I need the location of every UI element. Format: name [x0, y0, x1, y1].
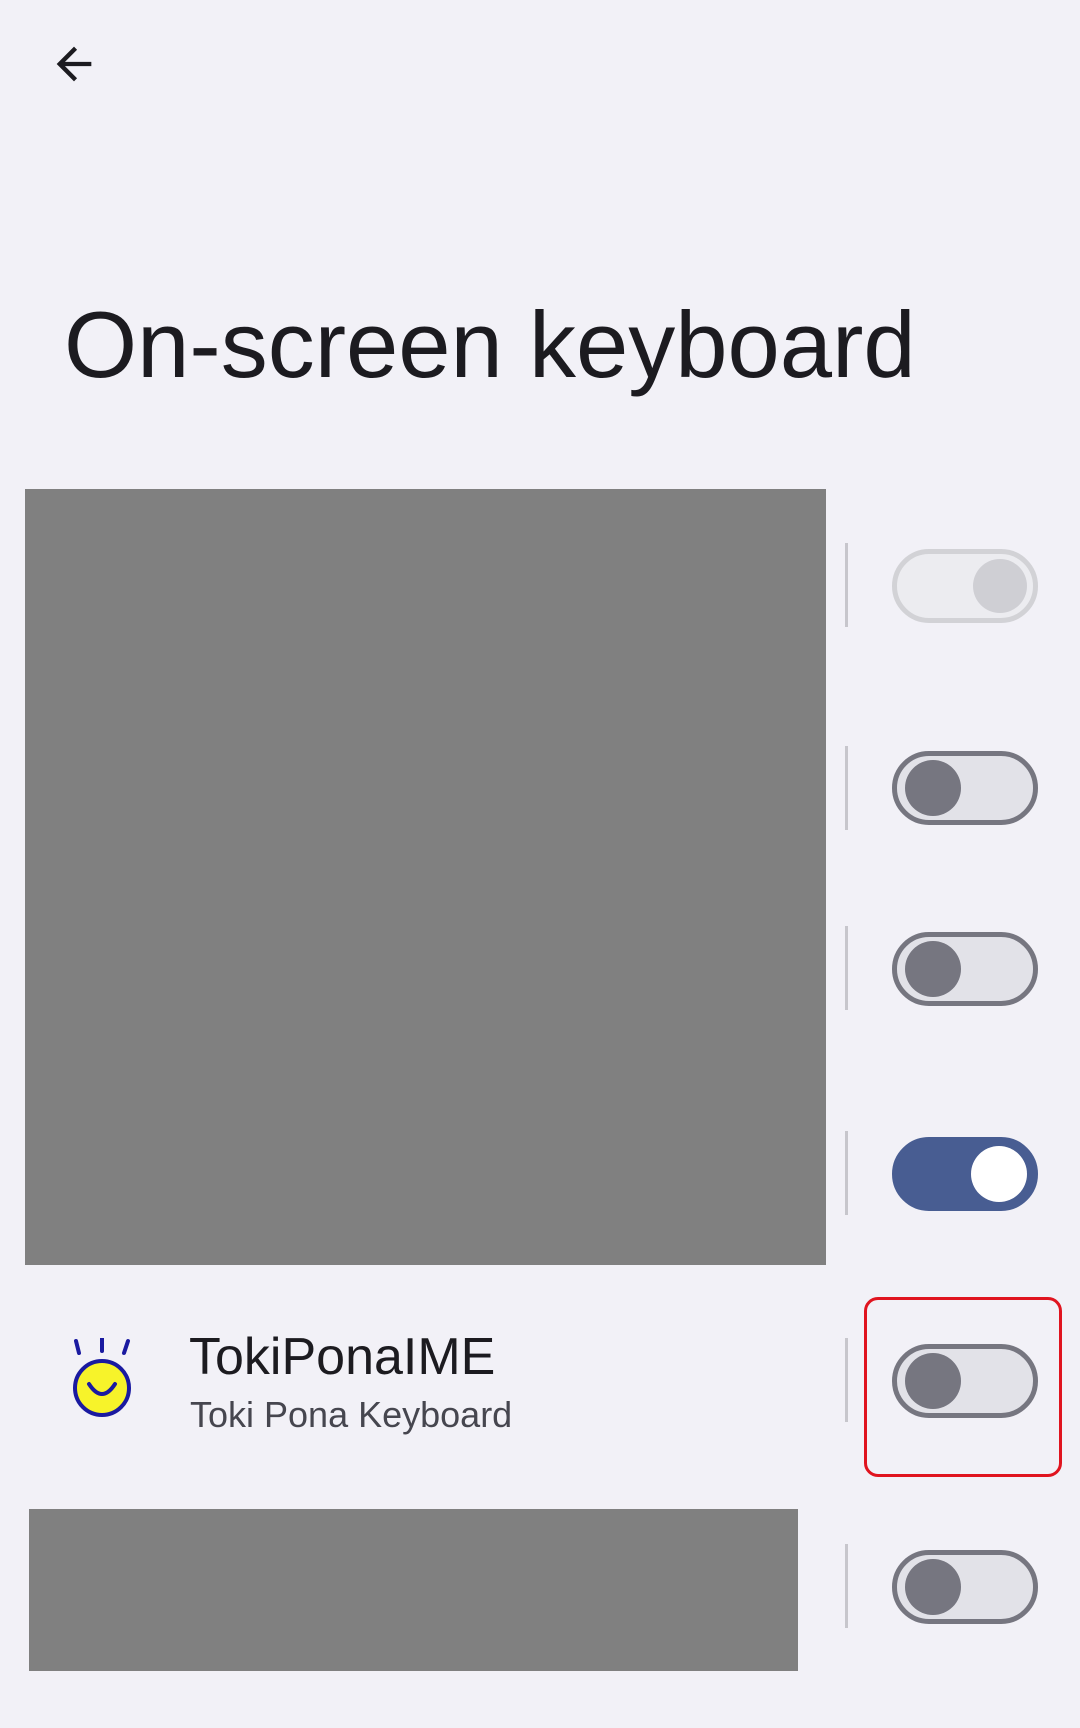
switch-thumb — [905, 1559, 961, 1615]
keyboard-toggle-2[interactable] — [892, 751, 1038, 825]
divider — [845, 1131, 848, 1215]
divider — [845, 926, 848, 1010]
divider — [845, 746, 848, 830]
on-screen-keyboard-screen: On-screen keyboard TokiPonaIME Toki Pona… — [0, 0, 1080, 1728]
keyboard-toggle-3[interactable] — [892, 932, 1038, 1006]
switch-thumb — [905, 1353, 961, 1409]
toki-pona-smiley-icon — [73, 1338, 131, 1417]
arrow-back-icon — [56, 46, 92, 82]
keyboard-toggle-4[interactable] — [892, 1137, 1038, 1211]
switch-thumb — [905, 760, 961, 816]
divider — [845, 1544, 848, 1628]
redacted-region — [29, 1509, 798, 1671]
keyboard-name: TokiPonaIME — [189, 1328, 496, 1386]
switch-thumb — [971, 1146, 1027, 1202]
tokiponaime-toggle[interactable] — [892, 1344, 1038, 1418]
divider — [845, 543, 848, 627]
switch-thumb — [905, 941, 961, 997]
redacted-region — [25, 489, 826, 1265]
back-button[interactable] — [36, 26, 112, 102]
keyboard-toggle-6[interactable] — [892, 1550, 1038, 1624]
divider — [845, 1338, 848, 1422]
switch-thumb — [973, 559, 1027, 613]
keyboard-description: Toki Pona Keyboard — [190, 1394, 513, 1435]
page-title: On-screen keyboard — [64, 292, 916, 397]
keyboard-toggle-1[interactable] — [892, 549, 1038, 623]
